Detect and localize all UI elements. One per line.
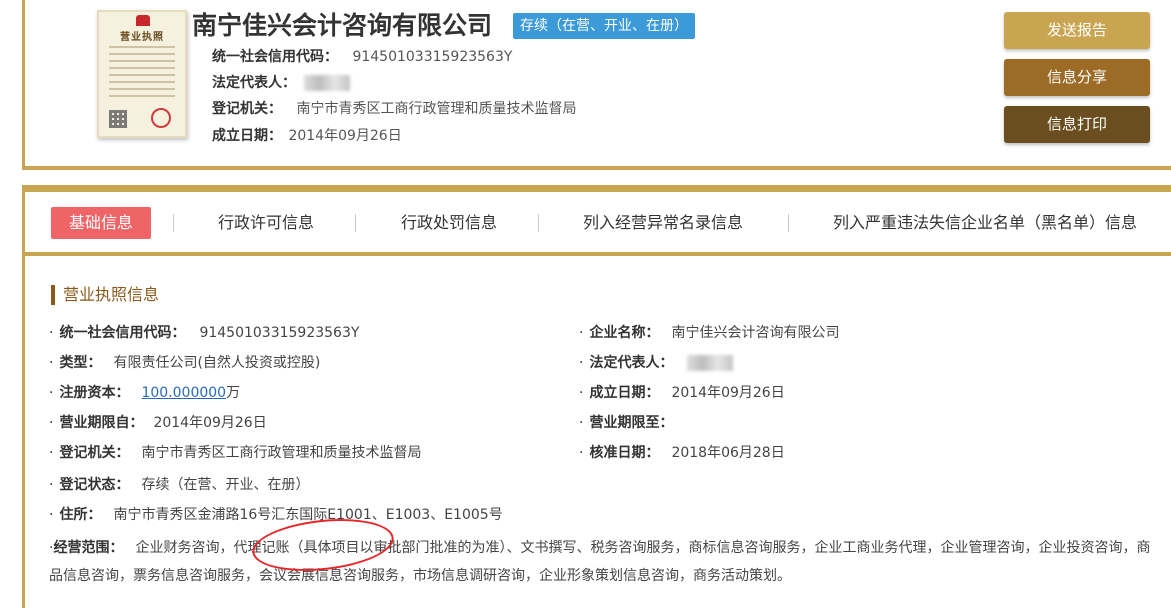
- field-legal-rep: · 法定代表人：: [579, 353, 734, 373]
- field-company-name: · 企业名称： 南宁佳兴会计咨询有限公司: [579, 325, 840, 341]
- header-legal-rep: 法定代表人：: [212, 73, 351, 93]
- qr-code-icon: [109, 110, 127, 128]
- tab-abnormal-list[interactable]: 列入经营异常名录信息: [583, 207, 743, 239]
- tab-admin-license[interactable]: 行政许可信息: [218, 207, 314, 239]
- field-address: · 住所： 南宁市青秀区金浦路16号汇东国际E1001、E1003、E1005号: [49, 507, 503, 523]
- status-badge: 存续（在营、开业、在册）: [513, 13, 695, 39]
- legal-rep-label: 法定代表人：: [212, 75, 296, 91]
- print-info-button[interactable]: 信息打印: [1004, 106, 1150, 143]
- capital-link[interactable]: 100.000000: [141, 385, 226, 401]
- share-info-button[interactable]: 信息分享: [1004, 59, 1150, 96]
- field-credit-code: · 统一社会信用代码： 91450103315923563Y: [49, 325, 360, 341]
- registry-label: 登记机关：: [212, 101, 282, 117]
- header-credit-code: 统一社会信用代码： 91450103315923563Y: [212, 47, 512, 67]
- field-capital: · 注册资本： 100.000000万: [49, 385, 241, 401]
- redacted-name: [304, 75, 351, 91]
- credit-code-label: 统一社会信用代码：: [212, 49, 338, 65]
- info-panel: 基础信息 行政许可信息 行政处罚信息 列入经营异常名录信息 列入严重违法失信企业…: [22, 185, 1171, 608]
- tab-divider: [538, 214, 539, 232]
- company-name: 南宁佳兴会计咨询有限公司: [192, 11, 493, 40]
- license-text-lines: [109, 46, 175, 102]
- send-report-button[interactable]: 发送报告: [1004, 12, 1150, 49]
- tab-admin-penalty[interactable]: 行政处罚信息: [401, 207, 497, 239]
- header-registry: 登记机关： 南宁市青秀区工商行政管理和质量技术监督局: [212, 99, 576, 119]
- national-emblem-icon: [136, 15, 150, 26]
- license-title: 营业执照: [120, 32, 164, 43]
- registry-value: 南宁市青秀区工商行政管理和质量技术监督局: [296, 101, 577, 117]
- section-title: 营业执照信息: [51, 285, 159, 305]
- field-type: · 类型： 有限责任公司(自然人投资或控股): [49, 355, 321, 371]
- tab-divider: [355, 214, 356, 232]
- field-reg-status: · 登记状态： 存续（在营、开业、在册）: [49, 477, 310, 493]
- field-term-to: · 营业期限至：: [579, 415, 674, 431]
- founded-label: 成立日期：: [212, 128, 282, 144]
- field-founded: · 成立日期： 2014年09月26日: [579, 385, 785, 401]
- official-seal-icon: [151, 108, 171, 128]
- credit-code-value: 91450103315923563Y: [352, 49, 513, 65]
- business-license-thumbnail[interactable]: 营业执照: [97, 10, 187, 138]
- field-business-scope: ·经营范围： 企业财务咨询，代理记账（具体项目以审批部门批准的为准）、文书撰写、税…: [49, 540, 1151, 584]
- redacted-name: [687, 355, 734, 371]
- founded-value: 2014年09月26日: [288, 128, 402, 144]
- tab-bar: 基础信息 行政许可信息 行政处罚信息 列入经营异常名录信息 列入严重违法失信企业…: [25, 192, 1171, 256]
- field-registry: · 登记机关： 南宁市青秀区工商行政管理和质量技术监督局: [49, 445, 422, 461]
- header-founded: 成立日期： 2014年09月26日: [212, 126, 402, 146]
- tab-divider: [173, 214, 174, 232]
- tab-divider: [788, 214, 789, 232]
- field-approved: · 核准日期： 2018年06月28日: [579, 445, 785, 461]
- tab-basic-info[interactable]: 基础信息: [51, 207, 152, 239]
- field-term-from: · 营业期限自： 2014年09月26日: [49, 415, 267, 431]
- tab-blacklist[interactable]: 列入严重违法失信企业名单（黑名单）信息: [833, 207, 1137, 239]
